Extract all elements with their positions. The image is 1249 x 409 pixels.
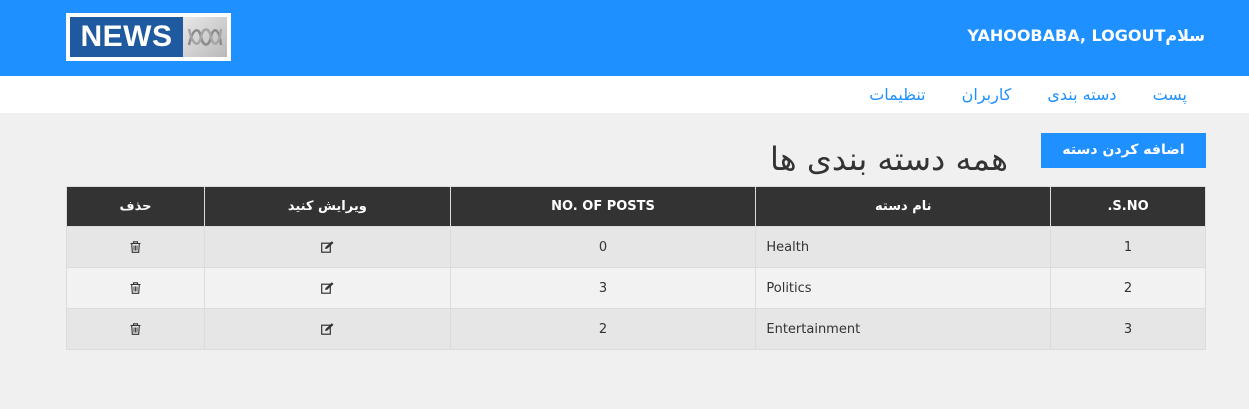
header-category-name: نام دسته (755, 186, 1052, 227)
cell-posts-count: 3 (449, 267, 757, 309)
site-logo[interactable]: NEWS (66, 13, 231, 61)
cell-posts-count: 0 (449, 226, 757, 268)
cell-delete (66, 226, 205, 268)
cell-posts-count: 2 (449, 308, 757, 350)
cell-delete (66, 267, 205, 309)
menu-item-categories[interactable]: دسته بندی (1047, 85, 1116, 104)
header-edit: ویرایش کنید (203, 186, 451, 227)
edit-icon[interactable] (320, 323, 334, 335)
cell-edit (203, 226, 451, 268)
main-content: همه دسته بندی ها اضافه کردن دسته S.NO. ن… (0, 113, 1249, 350)
cell-category-name: Health (755, 226, 1052, 268)
cell-category-name: Entertainment (755, 308, 1052, 350)
trash-icon[interactable] (130, 323, 141, 335)
trash-icon[interactable] (130, 241, 141, 253)
cell-edit (203, 308, 451, 350)
header-delete: حذف (66, 186, 205, 227)
cell-sno: 2 (1050, 267, 1206, 309)
cell-sno: 3 (1050, 308, 1206, 350)
table-row: 2 Politics 3 (66, 267, 1206, 309)
site-header: NEWS سلامYAHOOBABA, LOGOUT (0, 0, 1249, 76)
categories-table: S.NO. نام دسته NO. OF POSTS ویرایش کنید … (66, 186, 1206, 350)
table-row: 1 Health 0 (66, 226, 1206, 268)
menu-item-settings[interactable]: تنظیمات (869, 85, 925, 104)
page-title: همه دسته بندی ها (770, 140, 1008, 178)
edit-icon[interactable] (320, 241, 334, 253)
header-sno: S.NO. (1050, 186, 1206, 227)
header-posts-count: NO. OF POSTS (449, 186, 757, 227)
menu-item-posts[interactable]: پست (1153, 85, 1187, 104)
trash-icon[interactable] (130, 282, 141, 294)
logo-text: NEWS (70, 17, 183, 57)
table-row: 3 Entertainment 2 (66, 308, 1206, 350)
main-menu: پست دسته بندی کاربران تنظیمات (0, 76, 1249, 113)
abc-logo-icon (183, 17, 227, 57)
table-header-row: S.NO. نام دسته NO. OF POSTS ویرایش کنید … (66, 186, 1206, 227)
menu-item-users[interactable]: کاربران (962, 85, 1012, 104)
add-category-button[interactable]: اضافه کردن دسته (1041, 133, 1206, 168)
cell-category-name: Politics (755, 267, 1052, 309)
cell-edit (203, 267, 451, 309)
cell-delete (66, 308, 205, 350)
user-logout-text[interactable]: سلامYAHOOBABA, LOGOUT (967, 26, 1205, 45)
cell-sno: 1 (1050, 226, 1206, 268)
content-head: همه دسته بندی ها اضافه کردن دسته (66, 133, 1206, 185)
user-logout-link[interactable]: سلامYAHOOBABA, LOGOUT (967, 26, 1205, 45)
edit-icon[interactable] (320, 282, 334, 294)
